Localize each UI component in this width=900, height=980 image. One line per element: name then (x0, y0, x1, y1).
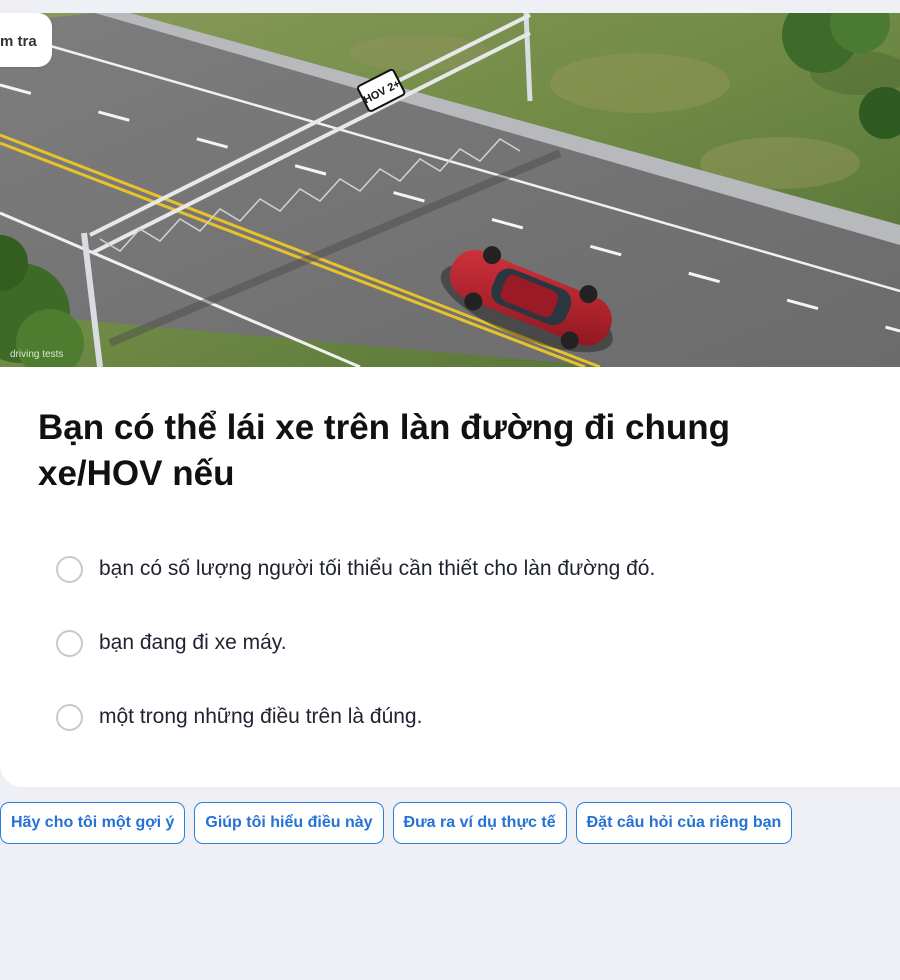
radio-button[interactable] (56, 703, 83, 731)
tab-pill[interactable]: m tra (0, 13, 52, 67)
answer-option-label: một trong những điều trên là đúng. (99, 705, 423, 728)
question-image: HOV 2+ driving tests (0, 13, 900, 367)
ask-own-question-button[interactable]: Đặt câu hỏi của riêng bạn (575, 802, 793, 844)
answer-option-3[interactable]: một trong những điều trên là đúng. (56, 702, 422, 732)
answer-option-2[interactable]: bạn đang đi xe máy. (56, 628, 287, 658)
question-text: Bạn có thể lái xe trên làn đường đi chun… (38, 408, 730, 493)
watermark: driving tests (10, 349, 63, 360)
radio-button[interactable] (56, 629, 83, 657)
radio-button[interactable] (56, 555, 83, 583)
answer-option-1[interactable]: bạn có số lượng người tối thiểu cần thiế… (56, 554, 655, 584)
tab-pill-label: m tra (0, 33, 37, 50)
answer-option-label: bạn có số lượng người tối thiểu cần thiế… (99, 557, 656, 580)
question-card: HOV 2+ driving tests m tra Bạn có thể lá… (0, 13, 900, 787)
answer-option-label: bạn đang đi xe máy. (99, 631, 287, 654)
real-example-button[interactable]: Đưa ra ví dụ thực tế (392, 802, 567, 844)
help-button-row: Hãy cho tôi một gợi ý Giúp tôi hiểu điều… (0, 802, 793, 844)
explain-button[interactable]: Giúp tôi hiểu điều này (194, 802, 384, 844)
hint-button[interactable]: Hãy cho tôi một gợi ý (0, 802, 186, 844)
